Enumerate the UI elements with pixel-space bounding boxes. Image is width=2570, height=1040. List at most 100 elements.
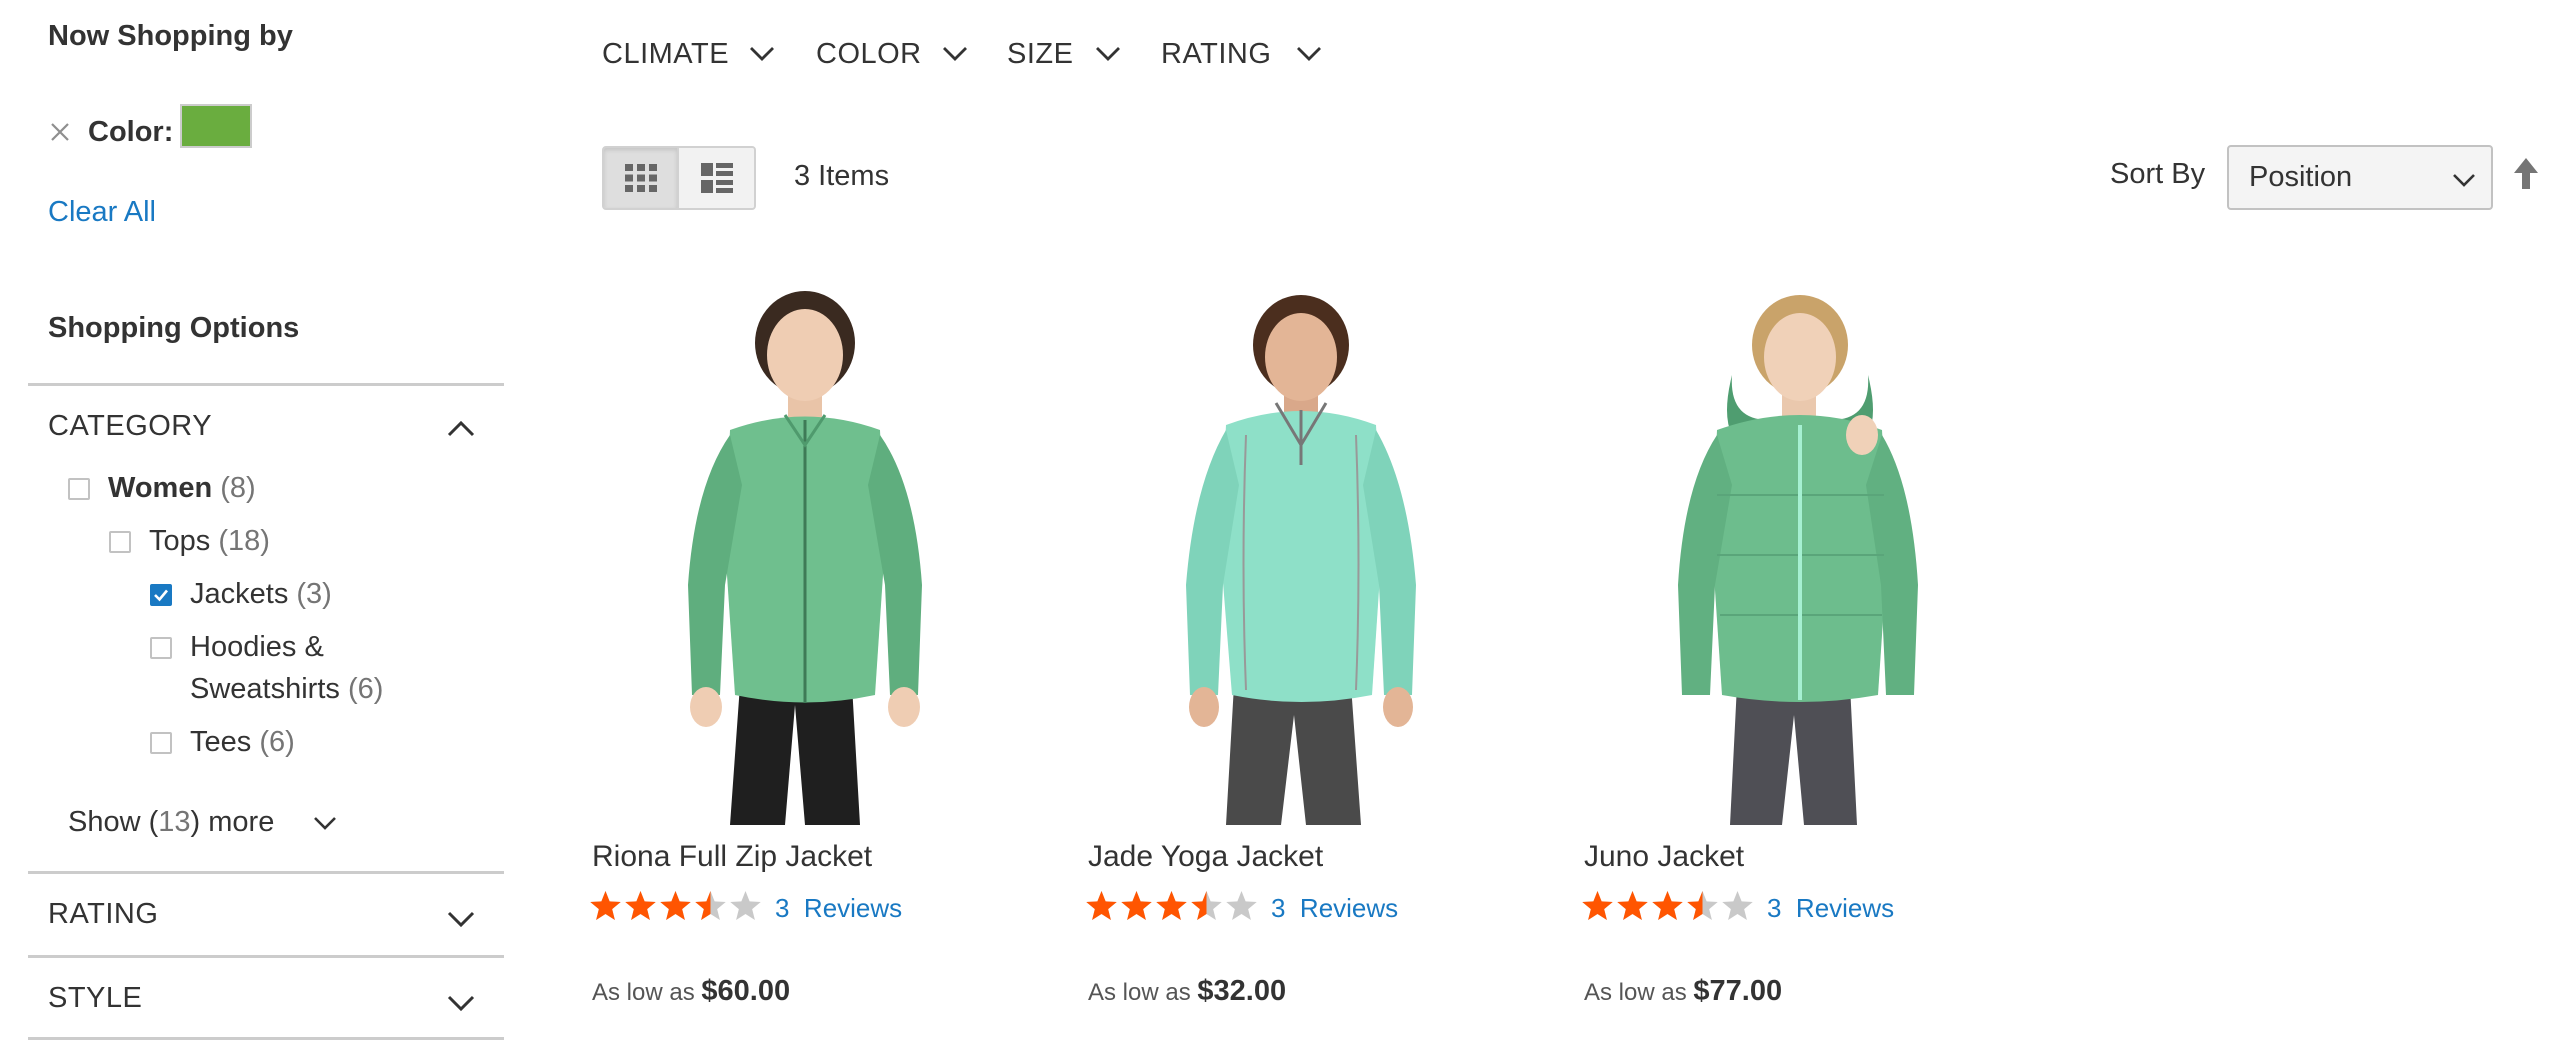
chevron-down-icon[interactable] xyxy=(748,44,776,64)
category-item-hoodies-line2[interactable]: Sweatshirts (6) xyxy=(190,673,383,706)
category-item-count: (8) xyxy=(220,472,256,504)
category-item-jackets[interactable]: Jackets (3) xyxy=(190,578,332,611)
rating-stars xyxy=(588,888,763,924)
filter-tab-size[interactable]: SIZE xyxy=(1007,38,1073,71)
chevron-down-icon[interactable] xyxy=(1295,44,1323,64)
category-filter-title[interactable]: CATEGORY xyxy=(48,410,212,443)
now-shopping-title: Now Shopping by xyxy=(48,20,293,52)
rating-stars xyxy=(1084,888,1259,924)
show-more-suffix: ) more xyxy=(190,806,275,838)
product-image[interactable] xyxy=(580,285,1020,825)
remove-filter-icon[interactable] xyxy=(48,120,72,144)
filter-tab-rating[interactable]: RATING xyxy=(1161,38,1271,71)
star-icon xyxy=(1121,891,1152,920)
star-icon xyxy=(1156,891,1187,920)
category-item-count: (6) xyxy=(347,673,384,705)
product-card: Jade Yoga Jacket 3 Reviews As low as $32… xyxy=(1076,285,1516,1007)
price-value: $60.00 xyxy=(701,975,791,1007)
star-icon xyxy=(1086,891,1117,920)
price-box: As low as $60.00 xyxy=(592,975,790,1008)
product-name-link[interactable]: Jade Yoga Jacket xyxy=(1088,840,1323,874)
chevron-down-icon[interactable] xyxy=(446,992,476,1014)
sort-by-label: Sort By xyxy=(2110,158,2206,190)
reviews-link[interactable]: 3 Reviews xyxy=(1767,893,1894,924)
price-value: $32.00 xyxy=(1197,975,1287,1007)
sort-by-select[interactable]: Position xyxy=(2227,145,2493,210)
divider xyxy=(28,955,504,958)
sort-by-value: Position xyxy=(2249,161,2353,193)
chevron-down-icon xyxy=(2453,174,2475,187)
shopping-options-title: Shopping Options xyxy=(48,312,300,344)
reviews-label: Reviews xyxy=(1795,893,1895,923)
category-item-label: Tops xyxy=(149,525,211,557)
show-more-link[interactable]: Show (13) more xyxy=(68,806,274,839)
star-rating-icon xyxy=(1582,891,1753,920)
product-card: Riona Full Zip Jacket 3 Reviews As low a… xyxy=(580,285,1020,1007)
category-item-women[interactable]: Women (8) xyxy=(108,472,256,505)
reviews-link[interactable]: 3 Reviews xyxy=(775,893,902,924)
category-item-tops[interactable]: Tops (18) xyxy=(149,525,270,558)
star-icon xyxy=(1722,891,1753,920)
chevron-down-icon[interactable] xyxy=(1094,44,1122,64)
divider xyxy=(28,383,504,386)
list-view-button[interactable] xyxy=(679,148,754,208)
show-more-count: 13 xyxy=(158,806,191,838)
rating-stars xyxy=(1580,888,1755,924)
chevron-down-icon[interactable] xyxy=(446,908,476,930)
reviews-label: Reviews xyxy=(1299,893,1399,923)
category-item-tees[interactable]: Tees (6) xyxy=(190,726,295,759)
product-card: Juno Jacket 3 Reviews As low as $77.00 xyxy=(1572,285,2012,1007)
reviews-count: 3 xyxy=(775,893,790,923)
category-item-label: Tees xyxy=(190,726,252,758)
category-checkbox-jackets[interactable] xyxy=(150,584,172,606)
active-filter-swatch xyxy=(180,104,252,148)
price-prefix: As low as xyxy=(1584,979,1687,1006)
category-checkbox-hoodies[interactable] xyxy=(150,637,172,659)
product-name-link[interactable]: Juno Jacket xyxy=(1584,840,1744,874)
star-icon xyxy=(625,891,656,920)
price-prefix: As low as xyxy=(1088,979,1191,1006)
category-item-hoodies-line1[interactable]: Hoodies & xyxy=(190,631,324,664)
category-item-label: Sweatshirts xyxy=(190,673,340,705)
price-prefix: As low as xyxy=(592,979,695,1006)
filter-tab-climate[interactable]: CLIMATE xyxy=(602,38,729,71)
view-mode-switcher xyxy=(602,146,756,210)
product-name-link[interactable]: Riona Full Zip Jacket xyxy=(592,840,872,874)
category-item-label: Jackets xyxy=(190,578,289,610)
star-icon xyxy=(1582,891,1613,920)
reviews-count: 3 xyxy=(1767,893,1782,923)
star-icon xyxy=(730,891,761,920)
reviews-label: Reviews xyxy=(803,893,903,923)
category-item-count: (3) xyxy=(296,578,332,610)
chevron-down-icon[interactable] xyxy=(941,44,969,64)
clear-all-link[interactable]: Clear All xyxy=(48,196,156,229)
reviews-link[interactable]: 3 Reviews xyxy=(1271,893,1398,924)
rating-filter-title[interactable]: RATING xyxy=(48,898,158,931)
divider xyxy=(28,871,504,874)
star-rating-icon xyxy=(590,891,761,920)
category-checkbox-tops[interactable] xyxy=(109,531,131,553)
category-checkbox-tees[interactable] xyxy=(150,732,172,754)
price-box: As low as $32.00 xyxy=(1088,975,1286,1008)
chevron-up-icon[interactable] xyxy=(446,418,476,440)
product-image[interactable] xyxy=(1572,285,2012,825)
style-filter-title[interactable]: STYLE xyxy=(48,982,142,1015)
star-icon xyxy=(1226,891,1257,920)
star-icon xyxy=(660,891,691,920)
chevron-down-icon[interactable] xyxy=(312,814,338,832)
category-item-count: (18) xyxy=(218,525,270,557)
filter-tab-color[interactable]: COLOR xyxy=(816,38,922,71)
grid-view-button[interactable] xyxy=(604,148,679,208)
price-value: $77.00 xyxy=(1693,975,1783,1007)
product-image[interactable] xyxy=(1076,285,1516,825)
sort-direction-icon[interactable] xyxy=(2512,156,2540,192)
active-filter-label: Color: xyxy=(88,116,174,148)
checkmark-icon xyxy=(154,589,168,602)
category-checkbox-women[interactable] xyxy=(68,478,90,500)
price-box: As low as $77.00 xyxy=(1584,975,1782,1008)
star-rating-icon xyxy=(1086,891,1257,920)
grid-icon xyxy=(624,164,657,192)
sidebar: Now Shopping by Color: Clear All Shoppin… xyxy=(0,0,510,1040)
show-more-prefix: Show ( xyxy=(68,806,159,838)
category-item-count: (6) xyxy=(259,726,295,758)
